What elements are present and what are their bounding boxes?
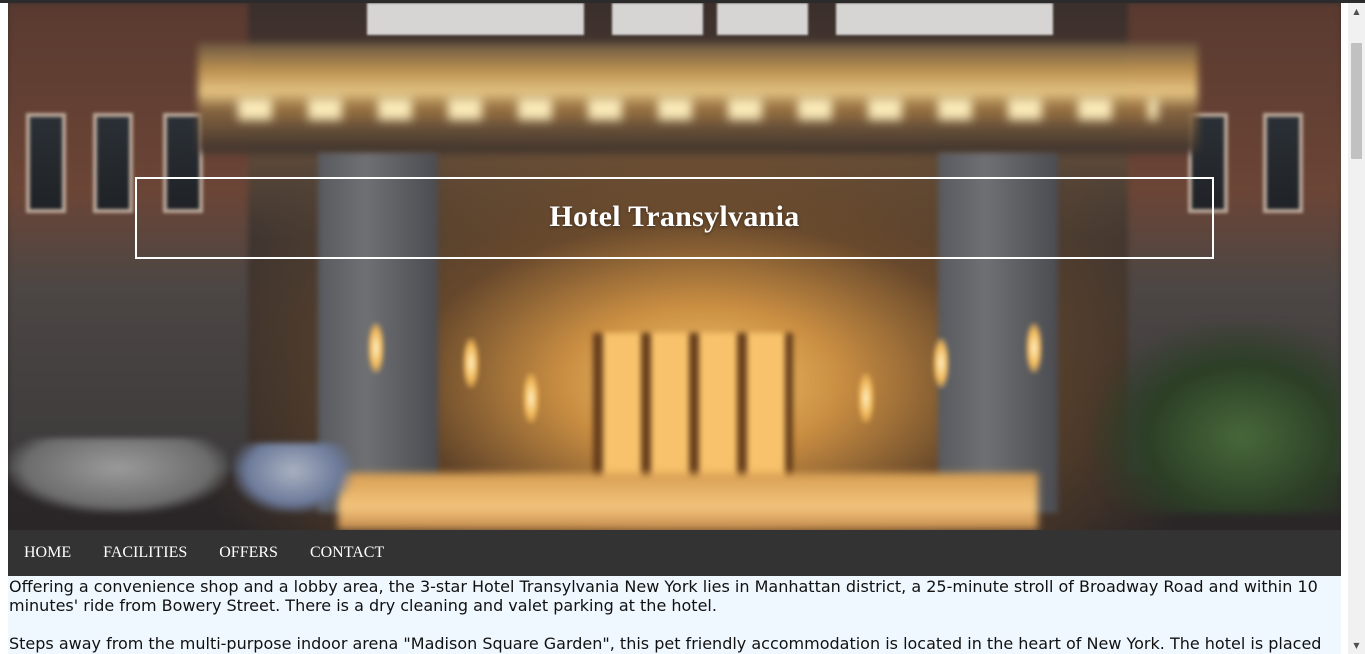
hero-wall-lamp (463, 338, 479, 388)
main-navigation: HOME FACILITIES OFFERS CONTACT (8, 530, 1341, 576)
hero-canopy-lights (238, 98, 1158, 120)
hero-window (26, 113, 66, 213)
hero-entrance-doors (593, 333, 793, 483)
scrollbar-thumb[interactable] (1351, 43, 1362, 159)
hero-window (1263, 113, 1303, 213)
hero-plants (1093, 323, 1341, 513)
hotel-description: Offering a convenience shop and a lobby … (8, 576, 1341, 654)
scroll-up-arrow-icon[interactable]: ▲ (1348, 3, 1365, 20)
hero-banner-image: Hotel Transylvania (8, 3, 1341, 530)
hero-title-frame: Hotel Transylvania (135, 177, 1214, 259)
nav-item-facilities[interactable]: FACILITIES (87, 530, 203, 576)
hero-parked-car (8, 438, 228, 513)
nav-item-offers[interactable]: OFFERS (203, 530, 294, 576)
hero-wall-lamp (933, 338, 949, 388)
nav-item-home[interactable]: HOME (8, 530, 87, 576)
hero-wall-lamp (523, 373, 539, 423)
nav-item-contact[interactable]: CONTACT (294, 530, 400, 576)
description-paragraph: Steps away from the multi-purpose indoor… (9, 634, 1322, 653)
hero-upper-windows (353, 3, 1053, 35)
hero-parked-car (233, 443, 353, 513)
hero-window (93, 113, 133, 213)
description-paragraph: Offering a convenience shop and a lobby … (9, 577, 1318, 615)
page: Hotel Transylvania HOME FACILITIES OFFER… (8, 3, 1341, 654)
hero-entrance-floor (338, 473, 1038, 530)
hero-wall-lamp (1026, 323, 1042, 373)
hero-wall-lamp (368, 323, 384, 373)
scroll-down-arrow-icon[interactable]: ▼ (1348, 637, 1365, 654)
hero-wall-lamp (858, 373, 874, 423)
page-scrollbar[interactable]: ▲ ▼ (1348, 3, 1365, 654)
page-title: Hotel Transylvania (549, 200, 800, 233)
